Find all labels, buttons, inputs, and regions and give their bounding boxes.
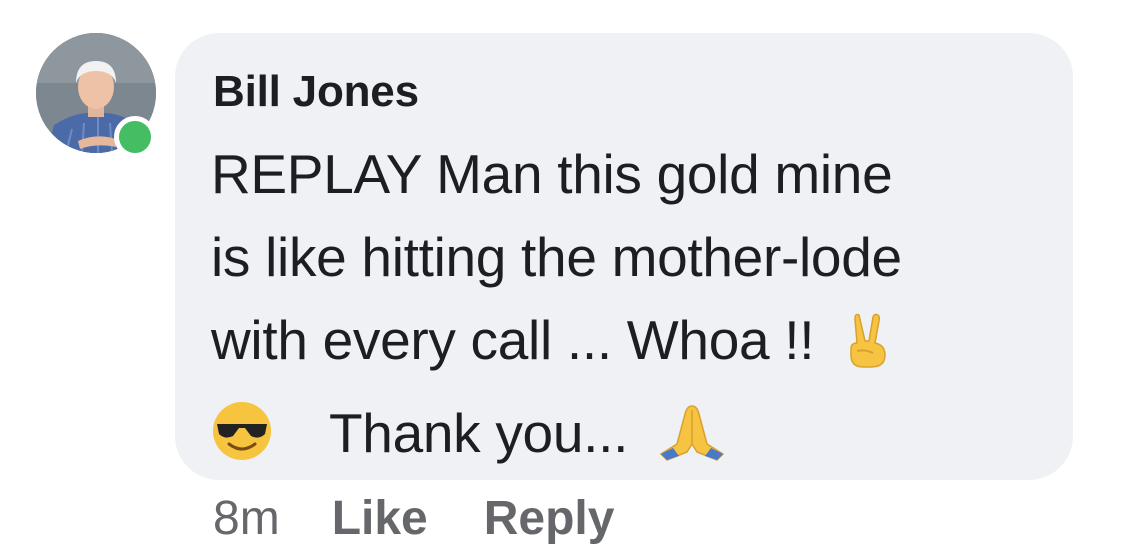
comment-author[interactable]: Bill Jones — [213, 67, 419, 117]
comment-timestamp[interactable]: 8m — [213, 491, 280, 546]
reply-button[interactable]: Reply — [484, 491, 615, 546]
comment-bubble: Bill Jones REPLAY Man this gold mine is … — [175, 33, 1073, 480]
sunglasses-smile-emoji — [211, 400, 273, 485]
victory-hand-emoji — [843, 309, 893, 392]
comment-body: REPLAY Man this gold mine is like hittin… — [211, 133, 1061, 485]
comment-line-4-row: Thank you... — [211, 392, 1061, 485]
comment-line-3-row: with every call ... Whoa !! — [211, 299, 1061, 392]
like-button[interactable]: Like — [332, 491, 428, 546]
comment-line-1: REPLAY Man this gold mine — [211, 143, 893, 205]
comment-line-3: with every call ... Whoa !! — [211, 309, 815, 371]
comment-line-4: Thank you... — [329, 402, 629, 464]
comment-line-2: is like hitting the mother-lode — [211, 226, 902, 288]
folded-hands-emoji — [657, 402, 727, 485]
comment-actions: 8m Like Reply — [213, 488, 670, 548]
online-status-dot — [114, 116, 156, 158]
